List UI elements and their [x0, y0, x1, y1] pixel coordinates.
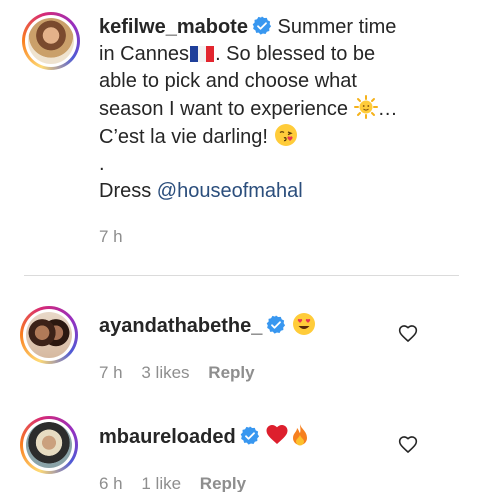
comment-body: mbaureloaded: [99, 423, 311, 450]
comment-meta: 6 h 1 like Reply: [99, 474, 260, 492]
comment-meta: 7 h 3 likes Reply: [99, 363, 269, 383]
comment-likes[interactable]: 1 like: [141, 474, 181, 492]
like-heart-icon[interactable]: [398, 324, 418, 344]
verified-badge-icon: [240, 426, 259, 445]
france-flag-icon: [190, 46, 215, 62]
sun-emoji-icon: [353, 95, 378, 119]
reply-button[interactable]: Reply: [200, 474, 246, 492]
post-avatar[interactable]: [22, 12, 80, 70]
mention-link[interactable]: @houseofmahal: [157, 180, 303, 202]
caption-line-6: .: [99, 153, 105, 175]
red-heart-emoji-icon: [266, 425, 288, 444]
comment-time: 7 h: [99, 363, 123, 382]
caption-line-7: Dress: [99, 180, 152, 202]
comment-likes[interactable]: 3 likes: [141, 363, 189, 382]
comment-avatar[interactable]: [20, 416, 78, 474]
like-heart-icon[interactable]: [398, 435, 418, 455]
post-meta: 7 h: [99, 227, 137, 247]
caption-line-5: C’est la vie darling!: [99, 126, 268, 148]
caption-line-3: able to pick and choose what: [99, 70, 357, 92]
reply-button[interactable]: Reply: [208, 363, 254, 382]
post-username[interactable]: kefilwe_mabote: [99, 16, 248, 38]
fire-emoji-icon: [293, 424, 308, 446]
kiss-emoji-icon: [274, 124, 297, 146]
caption-line-4b: …: [377, 98, 398, 120]
caption-line-2: in Cannes: [99, 43, 190, 65]
comment-avatar[interactable]: [20, 306, 78, 364]
comment-username[interactable]: mbaureloaded: [99, 426, 236, 448]
caption-line-2b: . So blessed to be: [215, 43, 376, 65]
comment-time: 6 h: [99, 474, 123, 492]
post-caption: kefilwe_mabote Summer time in Cannes . So…: [99, 14, 429, 205]
post-time: 7 h: [99, 227, 123, 246]
divider: [24, 275, 459, 276]
caption-line-4: season I want to experience: [99, 98, 349, 120]
caption-line-1: Summer time: [277, 16, 397, 38]
verified-badge-icon: [252, 16, 272, 35]
heart-eyes-emoji-icon: [292, 313, 315, 335]
verified-badge-icon: [267, 315, 286, 334]
comment-body: ayandathabethe_: [99, 312, 316, 339]
comment-username[interactable]: ayandathabethe_: [99, 315, 262, 337]
